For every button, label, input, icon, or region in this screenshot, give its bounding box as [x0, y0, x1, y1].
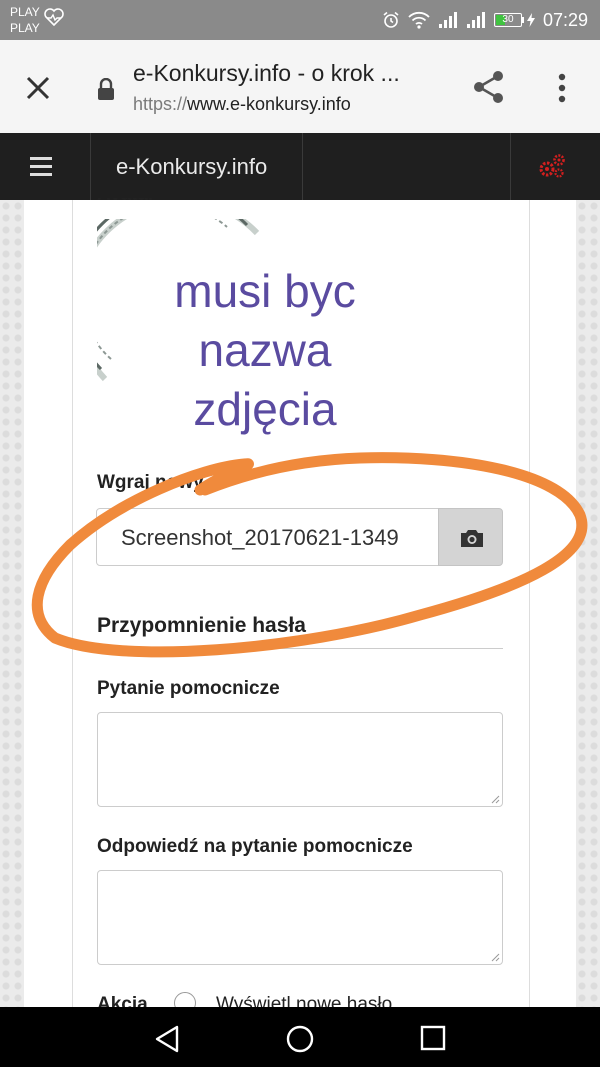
signal-icon-2: [466, 12, 485, 28]
share-icon[interactable]: [472, 70, 506, 104]
close-icon[interactable]: [22, 72, 54, 104]
file-name-field[interactable]: Screenshot_20170621-1349: [96, 508, 439, 566]
battery-indicator: 30: [493, 13, 535, 27]
upload-label: Wgraj nowy: [97, 472, 204, 493]
wifi-icon: [408, 11, 430, 29]
annotation-line-3: zdjęcia: [193, 383, 337, 435]
security-question-input[interactable]: [97, 712, 503, 807]
carrier-labels: PLAY PLAY: [10, 4, 40, 36]
status-bar: PLAY PLAY 30 07:29: [0, 0, 600, 40]
section-divider: [97, 648, 503, 649]
home-circle-icon[interactable]: [286, 1025, 314, 1053]
signal-icon-1: [438, 12, 457, 28]
hamburger-icon[interactable]: [30, 157, 52, 176]
site-navbar: e-Konkursy.info: [0, 133, 600, 200]
charging-bolt-icon: [526, 13, 535, 27]
security-question-label: Pytanie pomocnicze: [97, 678, 280, 699]
url-display[interactable]: https://www.e-konkursy.info: [133, 94, 351, 115]
gears-icon[interactable]: [538, 153, 566, 179]
url-host: www.e-konkursy.info: [187, 94, 351, 114]
site-brand[interactable]: e-Konkursy.info: [116, 154, 267, 180]
url-scheme: https://: [133, 94, 188, 114]
clock: 07:29: [542, 10, 588, 30]
security-answer-label: Odpowiedź na pytanie pomocnicze: [97, 836, 413, 857]
recents-square-icon[interactable]: [420, 1025, 446, 1051]
lock-icon: [98, 78, 114, 100]
alarm-icon: [383, 11, 399, 28]
section-title: Przypomnienie hasła: [97, 614, 306, 637]
more-vert-icon[interactable]: [550, 72, 574, 104]
android-nav-bar: [0, 1007, 600, 1067]
back-triangle-icon[interactable]: [154, 1025, 180, 1053]
browser-toolbar: e-Konkursy.info - o krok ... https://www…: [0, 40, 600, 134]
handwritten-annotation: musi byc nazwa zdjęcia: [140, 262, 390, 439]
resize-grip-icon[interactable]: [491, 795, 500, 804]
carrier-2: PLAY: [10, 21, 40, 35]
annotation-line-1: musi byc: [174, 265, 356, 317]
security-answer-input[interactable]: [97, 870, 503, 965]
camera-upload-button[interactable]: [438, 508, 503, 566]
camera-icon: [461, 530, 483, 547]
resize-grip-icon[interactable]: [491, 953, 500, 962]
battery-level: 30: [502, 14, 514, 25]
health-heart-icon: [44, 8, 64, 26]
carrier-1: PLAY: [10, 5, 40, 19]
page-title: e-Konkursy.info - o krok ...: [133, 60, 400, 86]
annotation-line-2: nazwa: [198, 324, 332, 376]
